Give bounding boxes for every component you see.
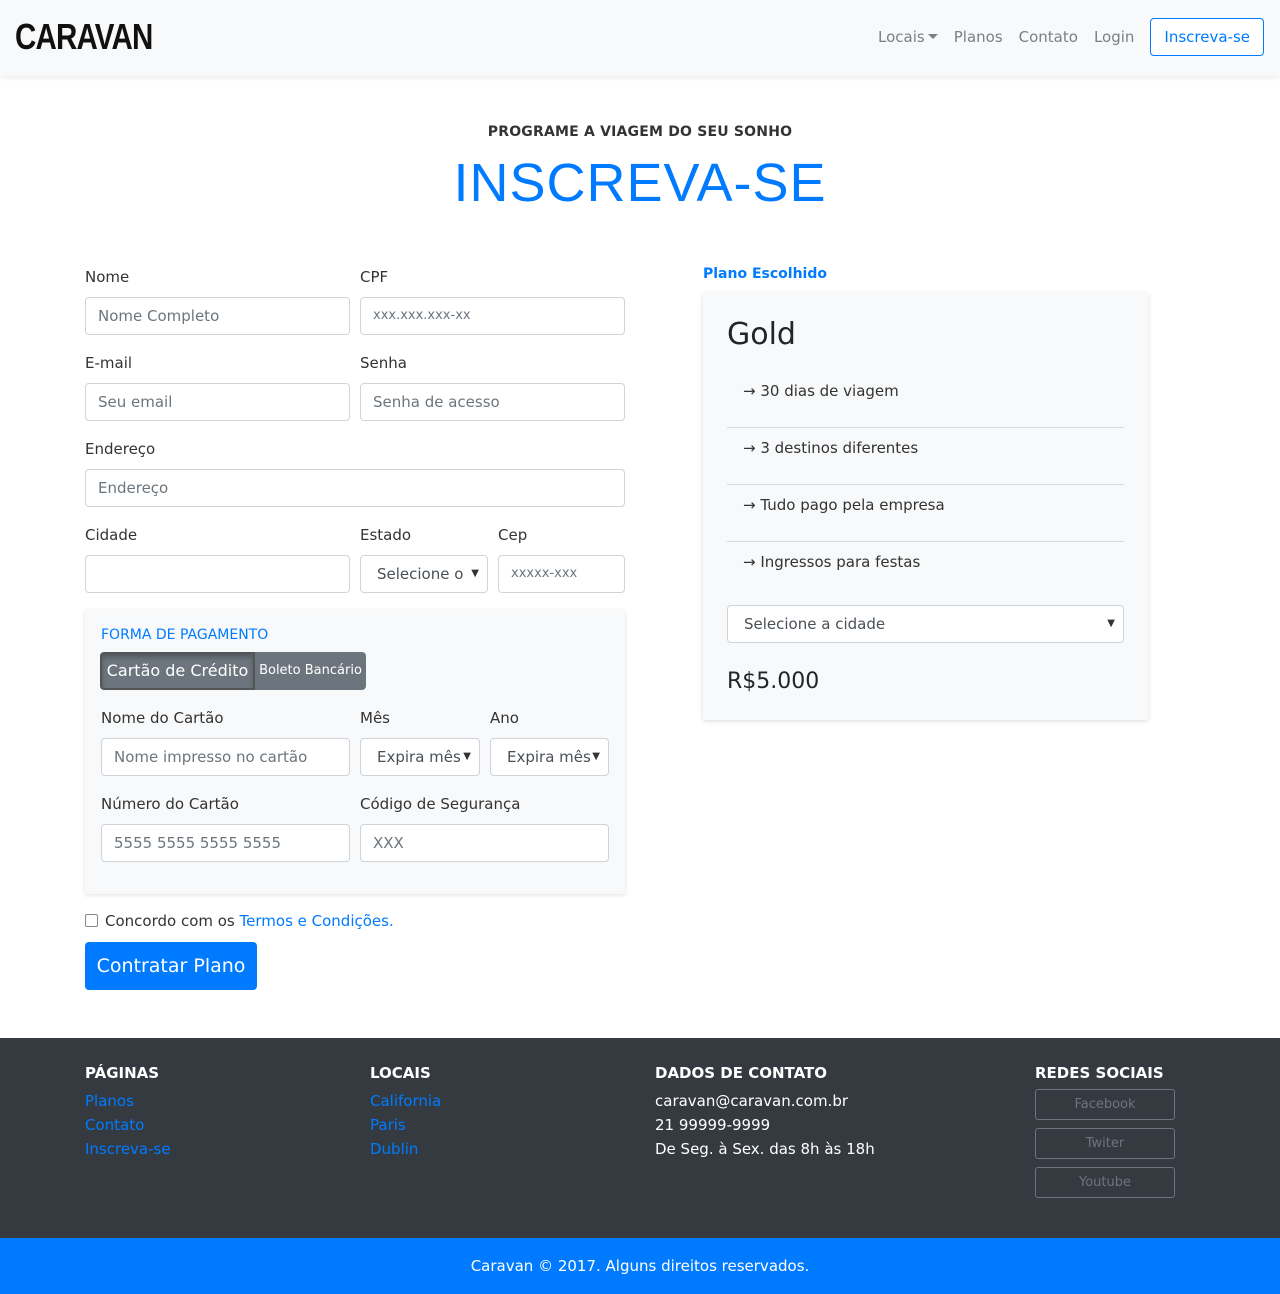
caret-down-icon: [927, 34, 938, 39]
plan-name: Gold: [727, 317, 796, 352]
footer-hours: De Seg. à Sex. das 8h às 18h: [655, 1140, 875, 1158]
estado-select-value: Selecione o: [377, 565, 464, 583]
footer-redes-title: REDES SOCIAIS: [1035, 1064, 1164, 1082]
city-select-value: Selecione a cidade: [744, 615, 886, 633]
estado-label: Estado: [360, 526, 412, 544]
numero-cartao-input[interactable]: 5555 5555 5555 5555: [101, 824, 350, 862]
footer-locais-title: LOCAIS: [370, 1064, 431, 1082]
plan-feature: → Ingressos para festas: [743, 553, 921, 571]
codigo-input[interactable]: XXX: [360, 824, 609, 862]
footer-link-california[interactable]: California: [370, 1092, 441, 1110]
contratar-plano-button[interactable]: Contratar Plano: [85, 942, 257, 990]
footer-phone: 21 99999-9999: [655, 1116, 771, 1134]
tab-boleto[interactable]: Boleto Bancário: [255, 652, 366, 690]
footer-link-dublin[interactable]: Dublin: [370, 1140, 418, 1158]
codigo-label: Código de Segurança: [360, 795, 521, 813]
nome-input[interactable]: Nome Completo: [85, 297, 350, 335]
terms-text: Concordo com os Termos e Condições.: [105, 912, 394, 930]
page-subtitle: PROGRAME A VIAGEM DO SEU SONHO: [487, 124, 793, 140]
select-arrow-icon: ▼: [471, 568, 479, 579]
mes-label: Mês: [360, 709, 390, 727]
nav-link-label: Locais: [878, 28, 925, 46]
nome-cartao-input[interactable]: Nome impresso no cartão: [101, 738, 350, 776]
ano-select[interactable]: Expira mês ▼: [490, 738, 609, 776]
youtube-button[interactable]: Youtube: [1035, 1167, 1175, 1198]
cpf-input[interactable]: xxx.xxx.xxx-xx: [360, 297, 625, 335]
facebook-button[interactable]: Facebook: [1035, 1089, 1175, 1120]
terms-label: Concordo com os: [105, 912, 235, 930]
page-title: INSCREVA-SE: [453, 153, 827, 213]
copyright-bar: Caravan © 2017. Alguns direitos reservad…: [0, 1238, 1280, 1294]
cidade-label: Cidade: [85, 526, 138, 544]
nav-link-contato[interactable]: Contato: [1011, 28, 1086, 46]
endereco-label: Endereço: [85, 440, 156, 458]
select-arrow-icon: ▼: [592, 751, 600, 762]
footer-paginas-title: PÁGINAS: [85, 1064, 160, 1082]
select-arrow-icon: ▼: [1107, 618, 1115, 629]
nav-link-locais[interactable]: Locais: [870, 28, 946, 46]
cidade-input[interactable]: [85, 555, 350, 593]
signup-nav-button[interactable]: Inscreva-se: [1150, 18, 1264, 56]
ano-select-value: Expira mês: [507, 748, 591, 766]
ano-label: Ano: [490, 709, 519, 727]
nav-link-login[interactable]: Login: [1086, 28, 1142, 46]
email-label: E-mail: [85, 354, 133, 372]
plan-feature: → 3 destinos diferentes: [727, 428, 1124, 485]
email-input[interactable]: Seu email: [85, 383, 350, 421]
payment-title: FORMA DE PAGAMENTO: [101, 627, 269, 643]
footer-contato-title: DADOS DE CONTATO: [655, 1064, 828, 1082]
plan-card: Gold → 30 dias de viagem → 3 destinos di…: [703, 293, 1148, 720]
footer-email: caravan@caravan.com.br: [655, 1092, 849, 1110]
navbar: CARAVAN Locais Planos Contato Login Insc…: [0, 0, 1280, 76]
senha-input[interactable]: Senha de acesso: [360, 383, 625, 421]
nav-link-planos[interactable]: Planos: [946, 28, 1011, 46]
tab-credit-card[interactable]: Cartão de Crédito: [100, 652, 255, 690]
footer: PÁGINAS Planos Contato Inscreva-se LOCAI…: [0, 1038, 1280, 1238]
plan-feature: → Tudo pago pela empresa: [727, 485, 1124, 542]
terms-link[interactable]: Termos e Condições.: [240, 912, 394, 930]
cpf-label: CPF: [360, 268, 389, 286]
payment-card: FORMA DE PAGAMENTO Cartão de Crédito Bol…: [85, 610, 625, 894]
nome-label: Nome: [85, 268, 130, 286]
city-select[interactable]: Selecione a cidade ▼: [727, 605, 1124, 643]
brand-logo[interactable]: CARAVAN: [15, 16, 153, 58]
nome-cartao-label: Nome do Cartão: [101, 709, 224, 727]
terms-checkbox[interactable]: [85, 914, 98, 927]
cep-input[interactable]: xxxxx-xxx: [498, 555, 625, 593]
cep-label: Cep: [498, 526, 528, 544]
footer-link-contato[interactable]: Contato: [85, 1116, 144, 1134]
plan-heading: Plano Escolhido: [703, 266, 827, 282]
estado-select[interactable]: Selecione o ▼: [360, 555, 488, 593]
footer-link-planos[interactable]: Planos: [85, 1092, 134, 1110]
endereco-input[interactable]: Endereço: [85, 469, 625, 507]
senha-label: Senha: [360, 354, 407, 372]
mes-select[interactable]: Expira mês ▼: [360, 738, 480, 776]
plan-price: R$5.000: [727, 669, 820, 694]
twitter-button[interactable]: Twiter: [1035, 1128, 1175, 1159]
numero-cartao-label: Número do Cartão: [101, 795, 239, 813]
footer-link-paris[interactable]: Paris: [370, 1116, 406, 1134]
plan-feature: → 30 dias de viagem: [727, 371, 1124, 428]
mes-select-value: Expira mês: [377, 748, 461, 766]
select-arrow-icon: ▼: [463, 751, 471, 762]
footer-link-inscreva-se[interactable]: Inscreva-se: [85, 1140, 171, 1158]
nav-links: Locais Planos Contato Login Inscreva-se: [870, 18, 1264, 56]
